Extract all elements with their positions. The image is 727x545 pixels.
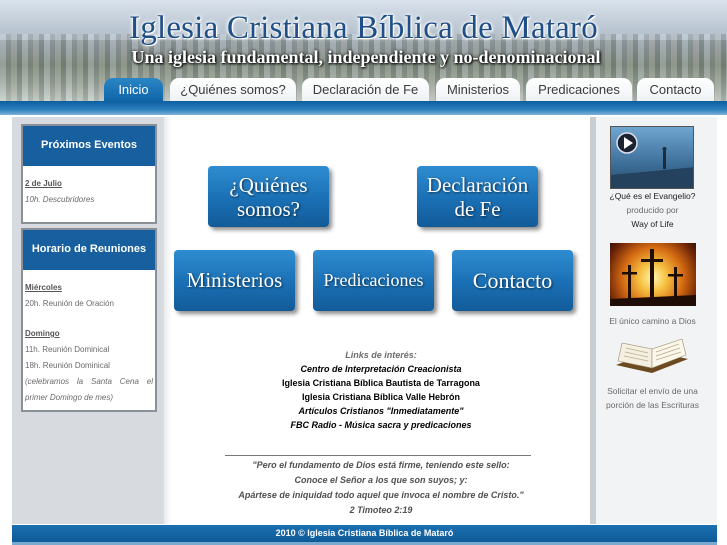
site-subtitle: Una iglesia fundamental, independiente y… <box>131 47 601 67</box>
schedule-note: (celebramos la Santa Cena el primer Domi… <box>25 377 153 402</box>
schedule-box: Horario de Reuniones Miércoles 20h. Reun… <box>21 228 157 412</box>
quote-line-3: Apártese de iniquidad todo aquel que inv… <box>238 490 524 500</box>
open-bible-icon <box>616 338 688 373</box>
declaracion-label-2: de Fe <box>454 196 501 221</box>
link-articulos[interactable]: Artículos Cristianos "Inmediatamente" <box>172 404 590 418</box>
tab-predicaciones[interactable]: Predicaciones <box>526 78 632 102</box>
evangelio-caption-block: ¿Qué es el Evangelio? producido por Way … <box>594 189 711 231</box>
declaracion-label-1: Declaración <box>426 172 529 197</box>
evangelio-link[interactable]: ¿Qué es el Evangelio? <box>594 189 711 203</box>
link-tarragona[interactable]: Iglesia Cristiana Bíblica Bautista de Ta… <box>172 376 590 390</box>
predicaciones-button[interactable]: Predicaciones <box>313 250 434 311</box>
evangelio-produced-by: producido por <box>626 205 679 215</box>
evangelio-producer: Way of Life <box>631 219 674 229</box>
crosses-image[interactable] <box>610 243 696 306</box>
main-nav: Inicio ¿Quiénes somos? Declaración de Fe… <box>0 78 727 102</box>
footer: 2010 © Iglesia Cristiana Bíblica de Mata… <box>12 525 717 542</box>
site-title: Iglesia Cristiana Bíblica de Mataró <box>129 10 598 46</box>
tab-ministerios[interactable]: Ministerios <box>436 78 520 102</box>
contacto-button[interactable]: Contacto <box>452 250 573 311</box>
nav-bar <box>0 101 727 115</box>
link-fbc-radio[interactable]: FBC Radio - Música sacra y predicaciones <box>172 418 590 432</box>
quienes-somos-button[interactable]: ¿Quiénes somos? <box>208 166 329 227</box>
solicitar-escrituras-link[interactable]: Solicitar el envío de una porción de las… <box>594 384 711 412</box>
tab-quienes-somos[interactable]: ¿Quiénes somos? <box>170 78 296 102</box>
bible-image[interactable] <box>612 335 692 383</box>
unico-camino-link[interactable]: El único camino a Dios <box>594 314 711 328</box>
schedule-wednesday-item: 20h. Reunión de Oración <box>25 299 114 308</box>
events-title: Próximos Eventos <box>23 126 155 166</box>
contacto-label: Contacto <box>472 267 553 293</box>
schedule-title: Horario de Reuniones <box>23 230 155 270</box>
schedule-sunday-item-1: 11h. Reunión Dominical <box>25 345 110 354</box>
predicaciones-label: Predicaciones <box>323 270 424 290</box>
link-creacionista[interactable]: Centro de Interpretación Creacionista <box>172 362 590 376</box>
tab-declaracion-de-fe[interactable]: Declaración de Fe <box>302 78 429 102</box>
ministerios-label: Ministerios <box>186 268 283 292</box>
left-sidebar-shadow <box>164 117 172 524</box>
quote-line-1: "Pero el fundamento de Dios está firme, … <box>252 460 510 470</box>
quienes-somos-label-2: somos? <box>237 196 300 221</box>
schedule-sunday-item-2: 18h. Reunión Dominical <box>25 361 110 370</box>
quienes-somos-label-1: ¿Quiénes <box>229 172 308 197</box>
tab-contacto[interactable]: Contacto <box>637 78 714 102</box>
quote-reference: 2 Timoteo 2:19 <box>349 505 413 515</box>
schedule-day-wednesday: Miércoles <box>25 283 62 292</box>
evangelio-video-thumbnail[interactable] <box>610 126 694 189</box>
links-section: Links de interés: Centro de Interpretaci… <box>172 350 590 432</box>
schedule-day-sunday: Domingo <box>25 329 60 338</box>
link-valle-hebron[interactable]: Iglesia Cristiana Bíblica Valle Hebrón <box>172 390 590 404</box>
ministerios-button[interactable]: Ministerios <box>174 250 295 311</box>
quote-line-2: Conoce el Señor a los que son suyos; y: <box>294 475 468 485</box>
video-scene-icon <box>611 132 693 188</box>
events-box: Próximos Eventos 2 de Julio 10h. Descubr… <box>21 124 157 224</box>
declaracion-de-fe-button[interactable]: Declaración de Fe <box>417 166 538 227</box>
bible-quote: "Pero el fundamento de Dios está firme, … <box>172 458 590 518</box>
events-date[interactable]: 2 de Julio <box>25 176 153 192</box>
quote-divider <box>225 455 531 456</box>
crosses-icon <box>610 249 696 306</box>
links-title: Links de interés: <box>345 350 417 360</box>
events-item: 10h. Descubridores <box>25 195 95 204</box>
tab-inicio[interactable]: Inicio <box>104 78 163 102</box>
